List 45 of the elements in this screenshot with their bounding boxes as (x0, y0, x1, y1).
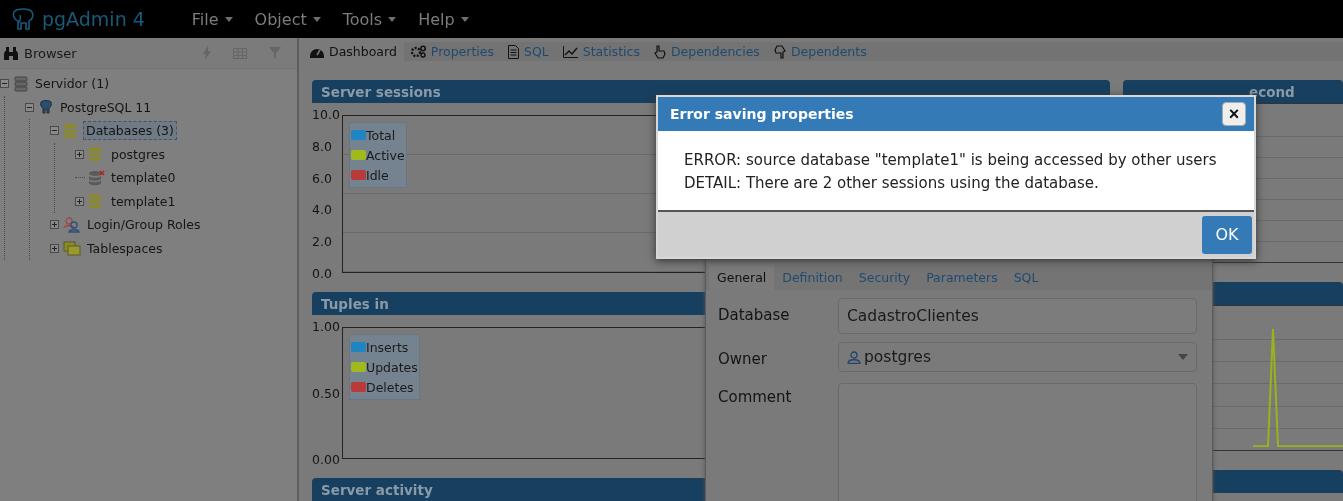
tab[interactable]: Dashboard (303, 42, 404, 61)
menu-item[interactable]: Object (245, 9, 330, 29)
legend-label: Active (366, 147, 405, 163)
panel-title: Browser (24, 45, 77, 61)
panel-title: Tuples in (321, 295, 389, 312)
tree-item[interactable]: postgres (108, 144, 168, 164)
menu-item[interactable]: Tools (333, 9, 406, 29)
field-label: Owner (718, 349, 768, 368)
tree-item[interactable]: template0 (108, 168, 179, 188)
dialog-title: Error saving properties (670, 106, 855, 122)
axis-label: 6.0 (312, 170, 333, 186)
legend-label: Total (366, 127, 396, 143)
field-label: Comment (718, 387, 793, 406)
axis-label: 0.00 (312, 452, 341, 467)
field-label: Database (718, 305, 791, 324)
panel-title: econd (1249, 83, 1295, 100)
axis-label: 8.0 (312, 138, 333, 154)
owner-select[interactable]: postgres (838, 342, 1197, 372)
axis-label: 4.0 (312, 202, 333, 218)
menu-item[interactable]: Help (409, 9, 478, 29)
panel-title: Server activity (321, 481, 433, 498)
error-message: ERROR: source database "template1" is being accessed by other users (684, 150, 1218, 171)
ok-button[interactable]: OK (1202, 215, 1252, 254)
tab[interactable]: General (709, 265, 775, 290)
legend-label: Updates (366, 359, 418, 375)
input-field[interactable]: CadastroClientes (838, 298, 1197, 334)
error-message: DETAIL: There are 2 other sessions using the database. (684, 173, 1100, 194)
app-title: pgAdmin 4 (42, 8, 145, 30)
tree-item[interactable]: Tablespaces (84, 238, 166, 258)
panel-title: Server sessions (321, 83, 441, 100)
tree-item[interactable]: Databases (3) (83, 121, 177, 141)
axis-label: 0.50 (312, 385, 341, 401)
menu-item[interactable]: File (182, 9, 242, 29)
tree-item[interactable]: Login/Group Roles (84, 215, 204, 235)
tree-item[interactable]: PostgreSQL 11 (57, 97, 155, 117)
tree-item[interactable]: Servidor (1) (32, 74, 113, 94)
axis-label: 2.0 (312, 234, 333, 250)
legend-label: Idle (366, 167, 389, 183)
axis-label: 10.0 (312, 107, 341, 122)
close-button[interactable]: × (1222, 102, 1246, 126)
axis-label: 1.00 (312, 319, 341, 334)
axis-label: 0.0 (312, 266, 333, 281)
tree-item[interactable]: template1 (108, 191, 179, 211)
legend-label: Deletes (366, 379, 414, 395)
legend-label: Inserts (366, 339, 409, 355)
